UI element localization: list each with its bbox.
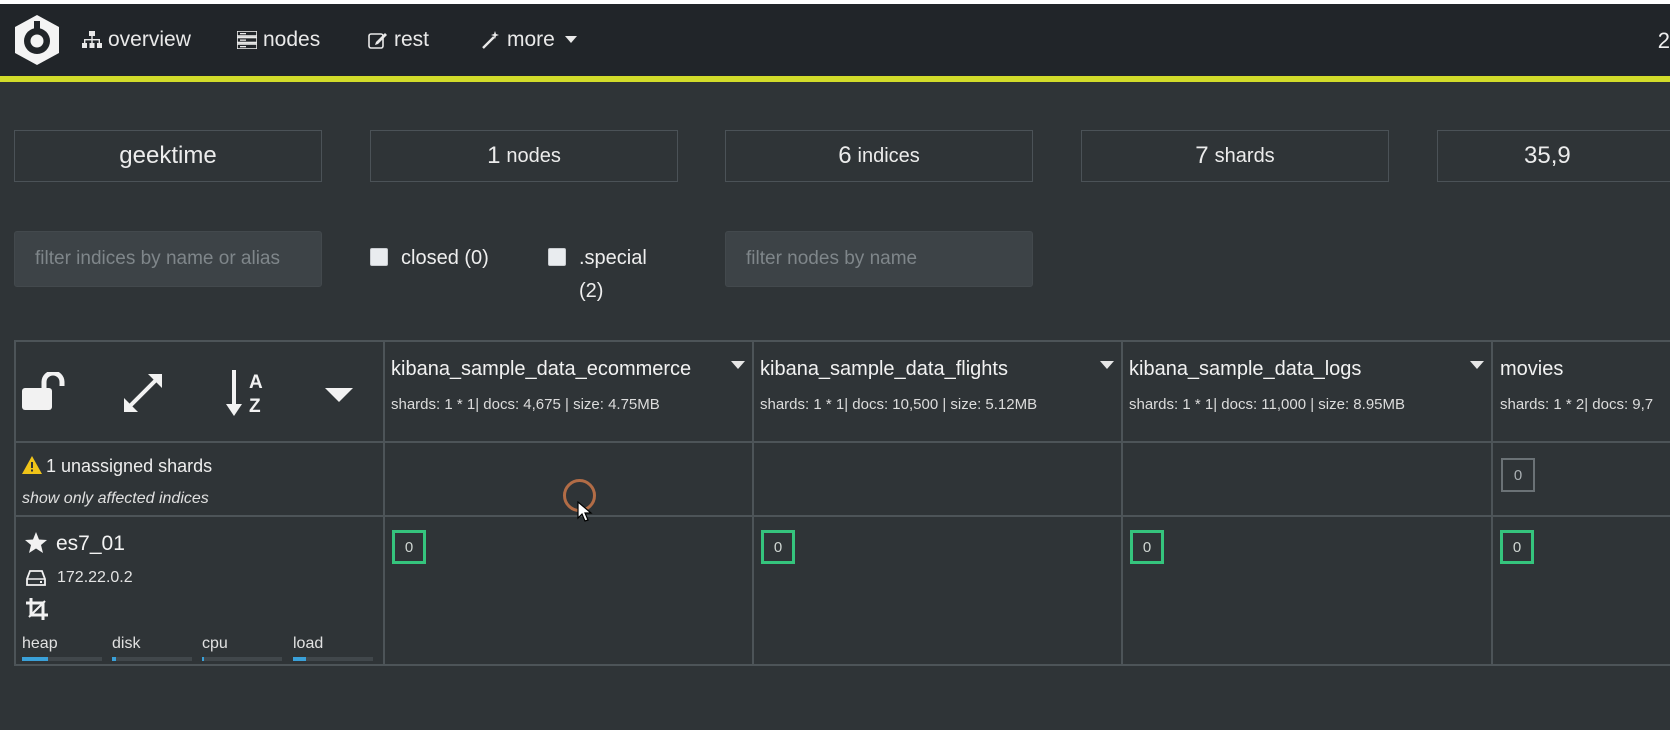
- metric-label-load: load: [293, 635, 324, 652]
- index-menu-caret-icon[interactable]: [731, 361, 745, 369]
- nav-more-dropdown[interactable]: more: [481, 26, 583, 54]
- expand-icon[interactable]: [122, 372, 164, 414]
- shard-started[interactable]: 0: [392, 530, 426, 564]
- grid-border-left: [14, 340, 16, 666]
- nav-nodes-label: nodes: [263, 28, 321, 51]
- special-checkbox-count: (2): [579, 280, 604, 302]
- crop-icon[interactable]: [26, 598, 48, 620]
- star-icon: [25, 532, 47, 553]
- indices-count: 6: [838, 142, 852, 169]
- magic-wand-icon: [482, 31, 499, 49]
- docs-count: 35,9: [1524, 142, 1571, 169]
- index-meta: shards: 1 * 1| docs: 4,675 | size: 4.75M…: [391, 396, 660, 413]
- unlock-icon[interactable]: [22, 372, 66, 412]
- app-frame: overview nodes rest more 2 geektime 1 no…: [0, 4, 1670, 730]
- index-name[interactable]: kibana_sample_data_ecommerce: [391, 358, 691, 381]
- closed-checkbox[interactable]: [370, 248, 388, 266]
- shard-started[interactable]: 0: [1500, 530, 1534, 564]
- nav-nodes[interactable]: nodes: [237, 26, 320, 54]
- metric-bar-load: [293, 657, 373, 661]
- nodes-count-box: 1 nodes: [370, 130, 678, 182]
- shards-count-box: 7 shards: [1081, 130, 1389, 182]
- index-meta: shards: 1 * 1| docs: 10,500 | size: 5.12…: [760, 396, 1038, 413]
- shard-started[interactable]: 0: [1130, 530, 1164, 564]
- server-icon: [237, 31, 257, 49]
- index-name[interactable]: kibana_sample_data_flights: [760, 358, 1008, 381]
- grid-border-unassigned: [14, 515, 1670, 517]
- index-name[interactable]: movies: [1500, 358, 1563, 381]
- node-ip: 172.22.0.2: [57, 569, 133, 586]
- metric-label-heap: heap: [22, 635, 58, 652]
- svg-text:Z: Z: [249, 396, 261, 417]
- index-meta: shards: 1 * 1| docs: 11,000 | size: 8.95…: [1129, 396, 1405, 413]
- sort-alpha-icon[interactable]: A Z: [224, 368, 268, 418]
- nodes-count: 1: [487, 142, 501, 169]
- indices-count-box: 6 indices: [725, 130, 1033, 182]
- cluster-name: geektime: [119, 142, 217, 169]
- metric-bar-cpu: [202, 657, 282, 661]
- metric-bar-disk: [112, 657, 192, 661]
- grid-col-divider: [752, 340, 754, 666]
- shards-count: 7: [1195, 142, 1209, 169]
- docs-count-box: 35,9: [1437, 130, 1670, 182]
- cerebro-logo-icon[interactable]: [13, 14, 61, 66]
- hdd-icon: [26, 570, 46, 586]
- nav-accent-bar: [0, 76, 1670, 82]
- index-meta: shards: 1 * 2| docs: 9,7: [1500, 396, 1654, 413]
- grid-col-divider: [383, 340, 385, 666]
- svg-text:A: A: [249, 372, 263, 393]
- index-name[interactable]: kibana_sample_data_logs: [1129, 358, 1361, 381]
- mouse-pointer-icon: [577, 501, 593, 522]
- top-navbar: overview nodes rest more 2: [0, 4, 1670, 76]
- edit-icon: [368, 33, 387, 49]
- nav-rest-label: rest: [394, 28, 430, 51]
- nav-more-label: more: [507, 28, 555, 51]
- unassigned-shard[interactable]: 0: [1501, 458, 1535, 492]
- grid-border-top: [14, 340, 1670, 342]
- node-name[interactable]: es7_01: [56, 532, 125, 556]
- filter-nodes-input[interactable]: [725, 231, 1033, 287]
- index-menu-caret-icon[interactable]: [1100, 361, 1114, 369]
- special-checkbox-label: .special: [579, 247, 647, 269]
- caret-down-icon[interactable]: [325, 388, 353, 404]
- sitemap-icon: [82, 31, 102, 48]
- settings-icon[interactable]: 2: [1658, 28, 1670, 54]
- metric-label-cpu: cpu: [202, 635, 228, 652]
- nav-rest[interactable]: rest: [368, 26, 429, 54]
- nav-overview-label: overview: [108, 28, 191, 51]
- filter-indices-input[interactable]: [14, 231, 322, 287]
- nodes-count-label: nodes: [506, 144, 561, 167]
- shards-count-label: shards: [1214, 144, 1275, 167]
- grid-border-bottom: [14, 664, 1670, 666]
- grid-col-divider: [1491, 340, 1493, 666]
- grid-border-header: [14, 441, 1670, 443]
- cluster-name-box: geektime: [14, 130, 322, 182]
- indices-count-label: indices: [857, 144, 920, 167]
- closed-checkbox-label: closed (0): [401, 247, 489, 269]
- grid-col-divider: [1121, 340, 1123, 666]
- metric-label-disk: disk: [112, 635, 141, 652]
- index-menu-caret-icon[interactable]: [1470, 361, 1484, 369]
- caret-down-icon: [564, 36, 577, 43]
- nav-overview[interactable]: overview: [82, 26, 191, 54]
- special-checkbox[interactable]: [548, 248, 566, 266]
- shard-started[interactable]: 0: [761, 530, 795, 564]
- show-affected-indices-link[interactable]: show only affected indices: [22, 490, 209, 508]
- warning-icon: [22, 456, 42, 474]
- metric-bar-heap: [22, 657, 102, 661]
- unassigned-shards-text: 1 unassigned shards: [46, 456, 213, 476]
